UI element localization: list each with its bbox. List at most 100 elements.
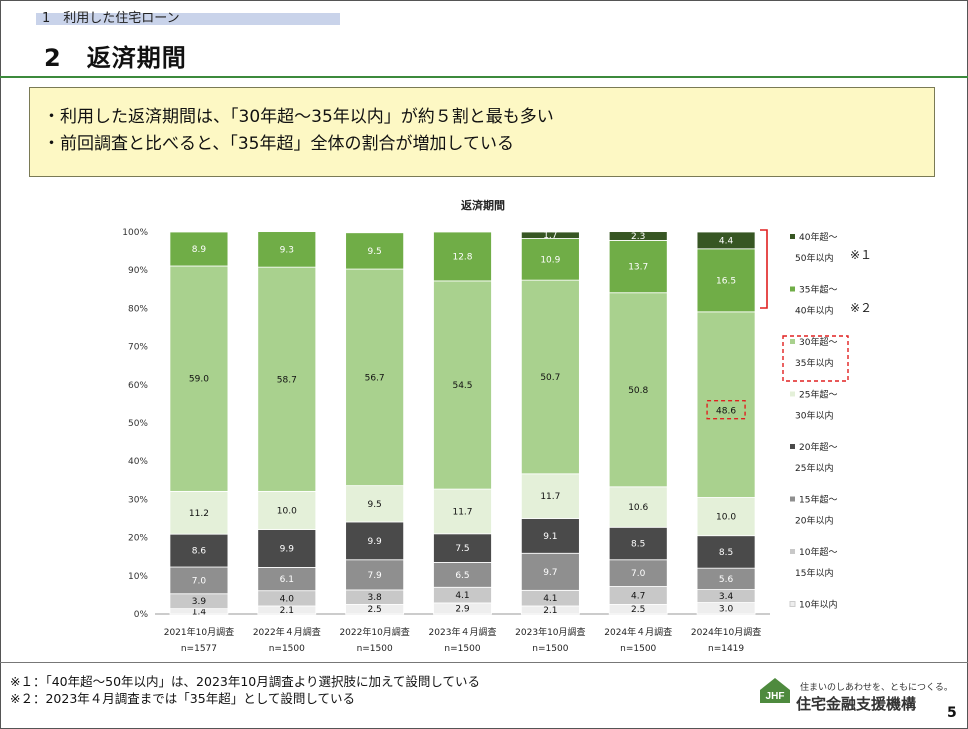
- jhf-logo-icon: JHF: [760, 678, 790, 703]
- data-label: 5.6: [719, 575, 734, 585]
- x-tick-label: 2022年10月調査: [339, 626, 409, 638]
- data-label: 6.5: [455, 571, 469, 581]
- svg-text:JHF: JHF: [766, 691, 785, 702]
- data-label: 3.9: [192, 597, 207, 607]
- n-label: n=1577: [181, 644, 217, 654]
- y-tick-label: 80%: [128, 304, 148, 314]
- data-label: 9.1: [543, 532, 557, 542]
- x-tick-label: 2024年10月調査: [691, 626, 761, 638]
- y-tick-label: 60%: [128, 381, 148, 391]
- data-label: 7.9: [367, 571, 382, 581]
- data-label: 50.7: [540, 373, 560, 383]
- n-label: n=1500: [444, 644, 480, 654]
- data-label: 4.1: [455, 591, 469, 601]
- data-label: 8.6: [192, 547, 207, 557]
- y-tick-label: 20%: [128, 534, 148, 544]
- summary-line: ・前回調査と比べると、「35年超」全体の割合が増加している: [43, 134, 514, 154]
- legend-swatch: [790, 286, 795, 292]
- data-label: 16.5: [716, 276, 736, 286]
- summary-line: ・利用した返済期間は、「30年超～35年以内」が約５割と最も多い: [43, 107, 554, 127]
- data-label: 2.1: [280, 606, 294, 616]
- legend-label: 15年超～: [799, 494, 837, 506]
- data-label: 12.8: [452, 252, 472, 262]
- data-label: 4.0: [280, 594, 295, 604]
- data-label: 9.9: [367, 537, 382, 547]
- data-label: 56.7: [365, 373, 385, 383]
- footnote-rule: [0, 662, 968, 663]
- data-label: 59.0: [189, 375, 209, 385]
- legend-swatch: [790, 496, 795, 502]
- x-tick-label: 2023年４月調査: [429, 626, 497, 638]
- title-rule: [0, 76, 968, 78]
- legend-swatch: [790, 549, 795, 554]
- y-tick-label: 100%: [122, 228, 148, 238]
- n-label: n=1419: [708, 644, 744, 654]
- y-tick-label: 10%: [128, 572, 148, 582]
- legend-swatch: [790, 444, 795, 449]
- chart-title: 返済期間: [461, 198, 505, 212]
- data-label: 1.7: [543, 231, 557, 241]
- legend-swatch: [789, 601, 796, 607]
- legend-label: 25年超～: [799, 389, 837, 401]
- legend-swatch: [790, 339, 795, 344]
- legend-label: 40年超～: [799, 231, 837, 243]
- data-label: 11.7: [452, 507, 472, 517]
- x-tick-label: 2022年４月調査: [253, 626, 321, 638]
- data-label: 7.5: [455, 544, 469, 554]
- data-label: 9.5: [367, 500, 381, 510]
- y-tick-label: 70%: [128, 343, 148, 353]
- data-label: 8.9: [192, 245, 207, 255]
- data-label: 10.9: [540, 255, 560, 265]
- data-label: 2.5: [631, 605, 645, 615]
- data-label: 3.8: [367, 593, 382, 603]
- legend-bracket: [760, 229, 768, 309]
- y-tick-label: 40%: [128, 457, 148, 467]
- legend-label: 20年以内: [795, 515, 833, 527]
- data-label: 3.0: [719, 604, 734, 614]
- stacked-bar-chart: 返済期間0%10%20%30%40%50%60%70%80%90%100%1.4…: [122, 198, 872, 654]
- x-tick-label: 2024年４月調査: [604, 626, 672, 638]
- legend-label: 10年超～: [799, 546, 837, 558]
- y-tick-label: 0%: [134, 610, 149, 620]
- data-label: 4.4: [719, 236, 734, 246]
- legend-note: ※１: [850, 248, 872, 262]
- footnote-2: ※２：2023年４月調査までは「35年超」として設問している: [10, 691, 355, 706]
- data-label: 2.5: [367, 605, 381, 615]
- n-label: n=1500: [620, 644, 656, 654]
- legend-label: 25年以内: [795, 462, 833, 474]
- data-label: 7.0: [631, 569, 646, 579]
- data-label: 4.1: [543, 594, 557, 604]
- legend-label: 30年超～: [799, 336, 837, 348]
- data-label: 10.6: [628, 503, 648, 513]
- x-tick-label: 2021年10月調査: [164, 626, 234, 638]
- data-label: 2.3: [631, 232, 645, 242]
- data-label: 11.2: [189, 509, 209, 519]
- data-label: 2.9: [455, 604, 470, 614]
- y-tick-label: 30%: [128, 495, 148, 505]
- data-label: 4.7: [631, 591, 645, 601]
- legend-swatch: [790, 234, 795, 239]
- legend-swatch: [790, 391, 795, 397]
- summary-box: ・利用した返済期間は、「30年超～35年以内」が約５割と最も多い ・前回調査と比…: [29, 87, 935, 177]
- data-label: 13.7: [628, 263, 648, 273]
- y-tick-label: 50%: [128, 419, 148, 429]
- legend-label: 50年以内: [795, 252, 833, 264]
- data-label: 10.0: [277, 506, 297, 516]
- legend-label: 10年以内: [799, 599, 837, 611]
- data-label: 48.6: [716, 407, 736, 417]
- data-label: 9.7: [543, 568, 557, 578]
- org-name: 住宅金融支援機構: [796, 695, 917, 713]
- data-label: 6.1: [280, 575, 294, 585]
- data-label: 9.3: [280, 245, 294, 255]
- y-tick-label: 90%: [128, 266, 148, 276]
- legend-label: 40年以内: [795, 305, 833, 317]
- data-label: 54.5: [452, 381, 472, 391]
- n-label: n=1500: [269, 644, 305, 654]
- legend-label: 30年以内: [795, 410, 833, 422]
- page-number: 5: [947, 705, 957, 721]
- legend-label: 20年超～: [799, 441, 837, 453]
- data-label: 11.7: [540, 492, 560, 502]
- legend-label: 15年以内: [795, 567, 833, 579]
- data-label: 10.0: [716, 513, 736, 523]
- data-label: 9.5: [367, 247, 381, 257]
